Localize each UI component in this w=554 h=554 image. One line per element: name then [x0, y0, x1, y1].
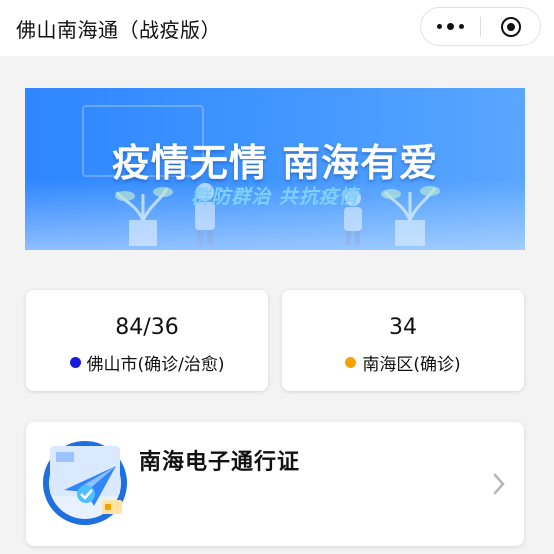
more-dot	[459, 24, 464, 29]
nanhai-stat-card[interactable]: 34 南海区(确诊)	[282, 290, 524, 391]
more-button[interactable]	[421, 23, 480, 30]
page-title: 佛山南海通（战疫版）	[16, 17, 221, 42]
foshan-stat-value: 84/36	[115, 315, 179, 340]
foshan-stat-card[interactable]: 84/36 佛山市(确诊/治愈)	[26, 290, 268, 391]
foshan-stat-label-row: 佛山市(确诊/治愈)	[26, 350, 268, 375]
paper-plane-icon	[43, 441, 127, 525]
blue-dot-icon	[69, 357, 81, 368]
close-button[interactable]	[481, 16, 540, 37]
more-dot	[447, 23, 454, 30]
top-nav-bar: 佛山南海通（战疫版）	[0, 0, 554, 56]
pass-title: 南海电子通行证	[139, 450, 301, 475]
electronic-pass-card[interactable]: 南海电子通行证	[26, 422, 524, 546]
miniprogram-capsule	[420, 7, 541, 46]
chevron-right-icon	[493, 473, 505, 495]
target-icon	[500, 16, 521, 37]
epidemic-banner[interactable]: 疫情无情 南海有爱 群防群治 共抗疫情	[25, 88, 525, 250]
target-dot	[506, 22, 515, 31]
foshan-stat-label: 佛山市(确诊/治愈)	[86, 355, 225, 375]
banner-subtitle: 群防群治 共抗疫情	[191, 186, 359, 208]
nanhai-stat-label: 南海区(确诊)	[362, 355, 461, 375]
nanhai-stat-label-row: 南海区(确诊)	[282, 350, 524, 375]
nanhai-stat-value: 34	[389, 315, 417, 340]
banner-title: 疫情无情 南海有爱	[111, 141, 439, 185]
orange-dot-icon	[345, 357, 357, 368]
more-dots-icon	[437, 24, 442, 29]
